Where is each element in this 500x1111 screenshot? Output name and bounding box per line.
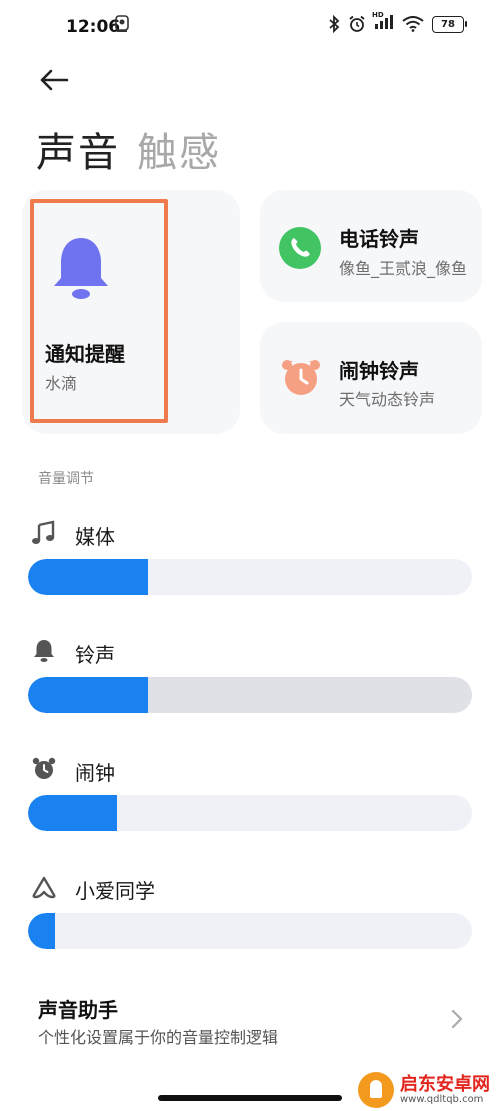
notification-app-icon: [114, 15, 130, 33]
xiaoai-icon: [31, 874, 57, 900]
alarm-card-title: 闹钟铃声: [339, 359, 419, 383]
alarm-volume-slider[interactable]: [28, 795, 472, 831]
watermark-url: www.qdltqb.com: [400, 1093, 484, 1105]
sound-assistant-title[interactable]: 声音助手: [38, 994, 118, 1023]
watermark-logo-icon: [358, 1072, 394, 1108]
chevron-right-icon[interactable]: [448, 1006, 466, 1032]
wifi-icon: [402, 16, 424, 32]
xiaoai-volume-fill: [28, 913, 55, 949]
home-indicator[interactable]: [158, 1095, 342, 1101]
alarm-card-subtitle: 天气动态铃声: [339, 390, 436, 409]
alarm-volume-fill: [28, 795, 117, 831]
tab-haptic[interactable]: 触感: [137, 120, 221, 178]
signal-icon: HD: [372, 11, 394, 34]
xiaoai-volume-slider[interactable]: [28, 913, 472, 949]
ringtone-volume-fill: [28, 677, 148, 713]
watermark: 启东安卓网 www.qdltqb.com: [358, 1072, 490, 1108]
notification-card-subtitle: 水滴: [45, 374, 78, 393]
phone-card-title: 电话铃声: [339, 227, 419, 251]
bluetooth-icon: [329, 15, 340, 33]
alarm-clock-card-icon: [279, 355, 323, 399]
alarm-volume-label: 闹钟: [75, 761, 115, 785]
status-time: 12:06: [66, 17, 121, 37]
sound-assistant-subtitle: 个性化设置属于你的音量控制逻辑: [38, 1028, 279, 1047]
alarm-status-icon: [349, 15, 365, 32]
music-note-icon: [31, 520, 57, 546]
battery-indicator: 78: [432, 15, 467, 33]
ringtone-volume-label: 铃声: [75, 643, 115, 667]
tab-sound[interactable]: 声音: [36, 120, 120, 178]
volume-section-label: 音量调节: [38, 471, 94, 487]
ringtone-volume-slider[interactable]: [28, 677, 472, 713]
xiaoai-volume-label: 小爱同学: [75, 879, 155, 903]
back-button[interactable]: [34, 62, 74, 98]
bell-icon: [50, 234, 112, 308]
phone-icon: [279, 227, 321, 269]
alarm-clock-icon: [31, 756, 57, 782]
phone-card-subtitle: 像鱼_王贰浪_像鱼: [339, 259, 468, 278]
media-volume-slider[interactable]: [28, 559, 472, 595]
notification-card-title: 通知提醒: [45, 342, 125, 366]
back-arrow-icon: [40, 69, 69, 91]
status-icons: HD 78: [328, 11, 467, 34]
media-volume-label: 媒体: [75, 525, 115, 549]
watermark-name: 启东安卓网: [400, 1073, 490, 1095]
bell-icon: [31, 638, 57, 664]
media-volume-fill: [28, 559, 148, 595]
